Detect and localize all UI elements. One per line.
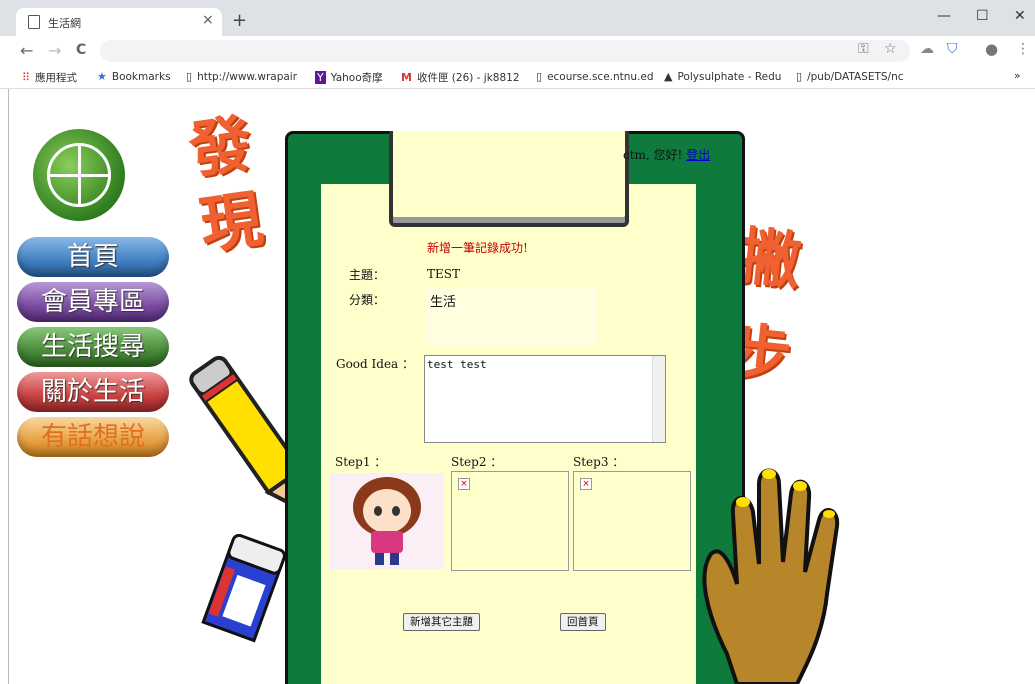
- bookmark-gmail[interactable]: M 收件匣 (26) - jk8812: [401, 70, 520, 85]
- step2-image-box: ×: [451, 471, 569, 571]
- minimize-button[interactable]: —: [937, 8, 951, 24]
- menu-icon[interactable]: ⋮: [1016, 41, 1030, 57]
- gmail-icon: M: [401, 71, 412, 84]
- add-other-topic-button[interactable]: 新增其它主題: [403, 613, 480, 631]
- browser-tab[interactable]: 生活網 ×: [16, 8, 222, 36]
- cloud-icon[interactable]: ☁: [920, 41, 934, 57]
- reload-button[interactable]: C: [76, 42, 86, 58]
- maximize-button[interactable]: ☐: [976, 8, 989, 24]
- close-window-button[interactable]: ✕: [1014, 8, 1026, 24]
- deco-discover-text: 發現: [184, 106, 267, 263]
- bookmark-bookmarks[interactable]: ★ Bookmarks: [97, 70, 171, 83]
- topic-value: TEST: [427, 267, 460, 281]
- bookmarks-bar: ⠿ 應用程式 ★ Bookmarks ▯ http://www.wrapair Y Ya…: [0, 66, 1035, 89]
- globe-logo-icon: [33, 129, 125, 221]
- page-icon: ▯: [796, 70, 803, 83]
- bookmark-wrapair[interactable]: ▯ http://www.wrapair: [186, 70, 297, 83]
- user-greeting: ctm, 您好! 登出: [623, 146, 710, 163]
- step3-label: Step3 ：: [573, 455, 625, 469]
- menu-member[interactable]: 會員專區: [17, 282, 169, 322]
- textarea-scrollbar[interactable]: [652, 356, 665, 442]
- star-icon[interactable]: ☆: [884, 41, 897, 57]
- key-icon[interactable]: ⚿: [858, 41, 869, 57]
- bookmark-polysulphate[interactable]: ▲ Polysulphate - Redu: [664, 70, 781, 83]
- greeting-text: ctm, 您好!: [623, 148, 683, 162]
- back-home-button[interactable]: 回首頁: [560, 613, 606, 631]
- broken-image-icon: ×: [458, 478, 470, 490]
- hand-icon: [702, 468, 840, 684]
- tab-title: 生活網: [48, 17, 81, 30]
- page-icon: [28, 15, 40, 29]
- step3-image-box: ×: [573, 471, 691, 571]
- menu-say[interactable]: 有話想說: [17, 417, 169, 457]
- clipboard-clip: [389, 131, 629, 227]
- bookmark-ecourse[interactable]: ▯ ecourse.sce.ntnu.ed: [536, 70, 654, 83]
- browser-titlebar: 生活網 × + — ☐ ✕: [0, 0, 1035, 36]
- star-icon: ★: [97, 70, 107, 83]
- menu-home[interactable]: 首頁: [17, 237, 169, 277]
- step1-image: [329, 473, 444, 569]
- yahoo-icon: Y: [315, 71, 326, 84]
- address-bar[interactable]: [100, 40, 910, 62]
- step1-label: Step1 ：: [335, 455, 387, 469]
- menu-about[interactable]: 關於生活: [17, 372, 169, 412]
- success-message: 新增一筆記錄成功!: [427, 241, 528, 255]
- forward-button[interactable]: →: [48, 41, 61, 60]
- back-button[interactable]: ←: [20, 41, 33, 60]
- page-content: 首頁 會員專區 生活搜尋 關於生活 有話想說 發現 撇步 ctm, 您好! 登出…: [8, 89, 1035, 684]
- good-idea-textarea[interactable]: test test: [424, 355, 666, 443]
- browser-toolbar: ← → C ⚿ ☆ ☁ ⛉ ● ⋮: [0, 36, 1035, 66]
- menu-life-search[interactable]: 生活搜尋: [17, 327, 169, 367]
- triangle-logo-icon: ▲: [664, 70, 673, 83]
- cartoon-girl-icon: [329, 473, 444, 569]
- eraser-icon: [201, 534, 286, 643]
- category-label: 分類：: [349, 293, 386, 307]
- bookmark-datasets[interactable]: ▯/pub/DATASETS/nc: [796, 70, 904, 83]
- topic-label: 主題：: [349, 268, 386, 282]
- bookmark-apps[interactable]: ⠿ 應用程式: [22, 70, 77, 85]
- good-idea-value: test test: [427, 358, 487, 371]
- page-icon: ▯: [536, 70, 543, 83]
- good-idea-label: Good Idea ：: [336, 357, 415, 371]
- profile-icon[interactable]: ●: [985, 40, 998, 58]
- new-tab-button[interactable]: +: [232, 10, 247, 31]
- page-icon: ▯: [186, 70, 193, 83]
- step2-label: Step2 ：: [451, 455, 503, 469]
- logout-link[interactable]: 登出: [686, 148, 710, 162]
- bookmarks-more-icon[interactable]: »: [1014, 70, 1020, 82]
- shield-icon[interactable]: ⛉: [947, 41, 958, 57]
- bookmark-yahoo[interactable]: Y Yahoo奇摩: [315, 70, 383, 85]
- broken-image-icon: ×: [580, 478, 592, 490]
- category-value: 生活: [430, 295, 457, 310]
- apps-grid-icon: ⠿: [22, 71, 31, 84]
- close-tab-icon[interactable]: ×: [202, 12, 214, 28]
